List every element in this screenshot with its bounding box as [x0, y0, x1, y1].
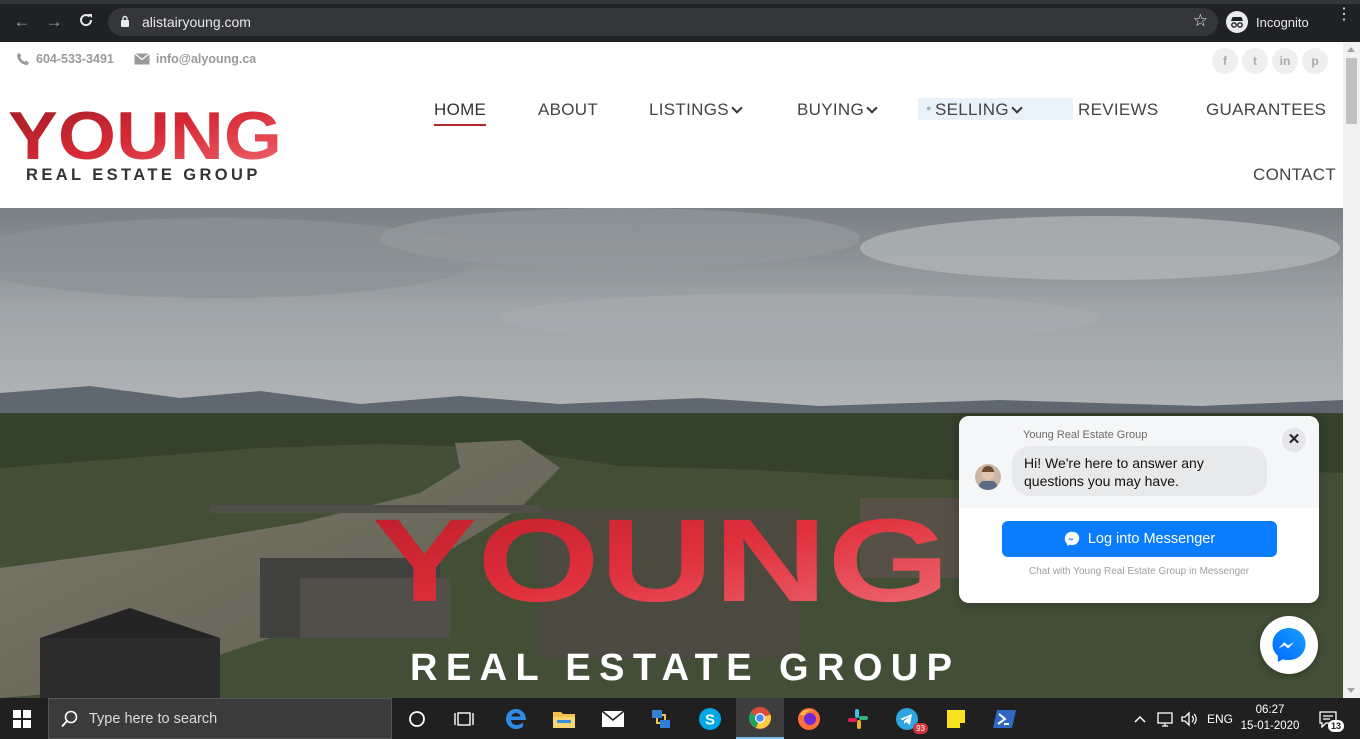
- nav-about[interactable]: ABOUT: [538, 100, 598, 120]
- show-hidden-icons[interactable]: [1134, 698, 1146, 739]
- language-indicator[interactable]: ENG: [1207, 698, 1233, 739]
- nav-buying-label: BUYING: [797, 100, 864, 119]
- lock-icon: [121, 15, 129, 27]
- powershell-icon[interactable]: [990, 704, 1020, 734]
- svg-text:REAL ESTATE GROUP: REAL ESTATE GROUP: [410, 647, 952, 689]
- nav-selling-label: SELLING: [935, 100, 1009, 119]
- login-label: Log into Messenger: [1087, 531, 1216, 547]
- web-page: 604-533-3491 info@alyoung.ca f t in p YO…: [0, 42, 1343, 698]
- nav-about-label: ABOUT: [538, 100, 599, 119]
- tab-strip: [0, 0, 1360, 4]
- incognito-indicator[interactable]: Incognito: [1226, 10, 1309, 34]
- system-clock[interactable]: 06:27 15-01-2020: [1240, 702, 1300, 734]
- mail-icon[interactable]: [598, 704, 628, 734]
- nav-listings[interactable]: LISTINGS: [649, 100, 743, 120]
- messenger-launcher-button[interactable]: [1260, 616, 1318, 674]
- scroll-thumb[interactable]: [1346, 58, 1357, 124]
- messenger-icon: [1272, 628, 1306, 662]
- clock-time: 06:27: [1255, 704, 1285, 716]
- svg-text:S: S: [705, 712, 715, 729]
- address-bar[interactable]: alistairyoung.com ☆: [108, 8, 1218, 36]
- reload-glyph: [80, 14, 93, 27]
- sticky-notes-icon[interactable]: [941, 704, 971, 734]
- main-navigation: HOME ABOUT LISTINGS BUYING SELLING REVIE…: [0, 42, 1343, 208]
- nav-selling[interactable]: SELLING: [935, 100, 1023, 120]
- firefox-icon[interactable]: [794, 704, 824, 734]
- nav-guarantees[interactable]: GUARANTEES: [1206, 100, 1326, 120]
- scroll-down-arrow[interactable]: [1347, 688, 1355, 693]
- windows-taskbar: Type here to search S 93 ENG 06:27 15-01…: [0, 698, 1360, 739]
- network-icon[interactable]: [1156, 698, 1174, 739]
- notification-count-badge: 13: [1328, 720, 1345, 732]
- chevron-down-icon: [1011, 102, 1023, 114]
- active-underline: [434, 124, 487, 126]
- chrome-icon[interactable]: [736, 698, 784, 739]
- nav-buying[interactable]: BUYING: [797, 100, 878, 120]
- telegram-icon[interactable]: 93: [892, 704, 928, 734]
- search-icon: [61, 710, 78, 728]
- volume-icon[interactable]: [1180, 698, 1198, 739]
- avatar: [975, 464, 1001, 490]
- forward-icon[interactable]: →: [44, 12, 64, 32]
- chevron-down-icon: [866, 102, 878, 114]
- log-into-messenger-button[interactable]: Log into Messenger: [1002, 521, 1277, 557]
- chevron-down-icon: [731, 102, 743, 114]
- edge-icon[interactable]: [501, 704, 531, 734]
- telegram-unread-badge: 93: [913, 723, 928, 734]
- slack-icon[interactable]: [843, 704, 873, 734]
- windows-start-icon[interactable]: [13, 710, 31, 728]
- messenger-icon: [1064, 531, 1080, 546]
- scroll-up-arrow[interactable]: [1347, 47, 1355, 52]
- skype-icon[interactable]: S: [695, 704, 725, 734]
- incognito-icon: [1226, 11, 1248, 33]
- close-icon[interactable]: ✕: [1282, 428, 1306, 452]
- nav-listings-label: LISTINGS: [649, 100, 729, 119]
- nav-reviews[interactable]: REVIEWS: [1078, 100, 1159, 120]
- url-text: alistairyoung.com: [142, 14, 251, 30]
- nav-contact-label: CONTACT: [1253, 165, 1336, 184]
- search-placeholder: Type here to search: [89, 711, 218, 727]
- task-view-icon[interactable]: [449, 704, 479, 734]
- notification-center[interactable]: 13: [1318, 698, 1345, 739]
- messenger-chat-popup: Young Real Estate Group ✕ Hi! We're here…: [959, 416, 1319, 603]
- chat-footer-text: Chat with Young Real Estate Group in Mes…: [1028, 566, 1250, 577]
- svg-text:YOUNG: YOUNG: [372, 495, 950, 627]
- network-app-icon[interactable]: [646, 704, 676, 734]
- page-scrollbar[interactable]: [1343, 42, 1360, 698]
- nav-guarantees-label: GUARANTEES: [1206, 100, 1327, 119]
- cortana-icon[interactable]: [402, 704, 432, 734]
- taskbar-search-box[interactable]: Type here to search: [48, 698, 392, 739]
- back-icon[interactable]: ←: [12, 12, 32, 32]
- file-explorer-icon[interactable]: [549, 704, 579, 734]
- browser-menu-icon[interactable]: ⋮: [1336, 7, 1352, 23]
- nav-reviews-label: REVIEWS: [1078, 100, 1159, 119]
- bookmark-star-icon[interactable]: ☆: [1193, 11, 1208, 31]
- reload-icon[interactable]: [76, 12, 96, 32]
- nav-home[interactable]: HOME: [434, 100, 487, 126]
- clock-date: 15-01-2020: [1240, 720, 1300, 732]
- chat-greeting-bubble: Hi! We're here to answer any questions y…: [1012, 446, 1267, 496]
- incognito-label: Incognito: [1256, 14, 1309, 30]
- chat-page-name: Young Real Estate Group: [1023, 429, 1148, 441]
- nav-contact[interactable]: CONTACT: [1253, 165, 1336, 185]
- browser-toolbar: ← → alistairyoung.com ☆ Incognito ⋮: [0, 0, 1360, 42]
- nav-home-label: HOME: [434, 100, 487, 119]
